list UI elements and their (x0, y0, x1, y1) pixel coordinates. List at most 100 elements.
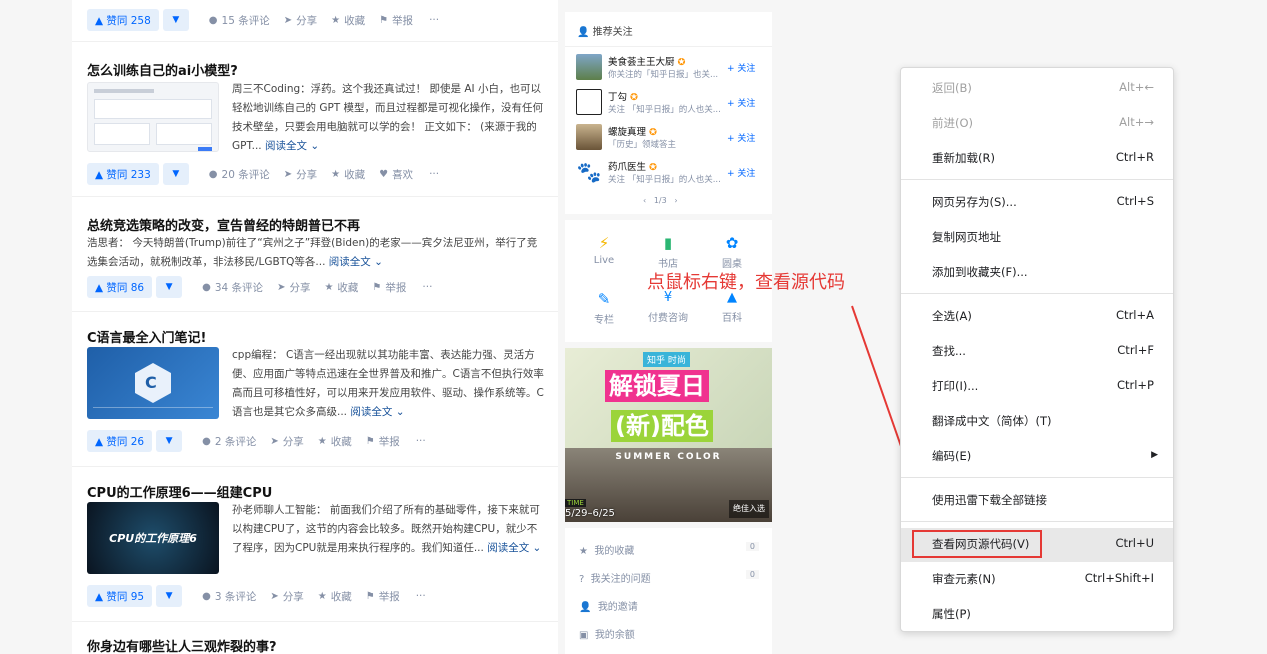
avatar (576, 54, 602, 80)
favorite-button[interactable]: ★ 收藏 (318, 589, 352, 604)
more-button[interactable]: ··· (429, 168, 439, 180)
card-title[interactable]: C语言最全入门笔记! (87, 327, 206, 346)
menu-item-xunlei-download[interactable]: 使用迅雷下载全部链接 (901, 489, 1173, 511)
comments-button[interactable]: ● 34 条评论 (202, 280, 263, 295)
report-button[interactable]: ⚑ 举报 (366, 434, 400, 449)
recommend-user[interactable]: 螺旋真理 ✪ 「历史」领域答主 + 关注 (576, 124, 766, 154)
more-button[interactable]: ··· (416, 590, 426, 602)
report-button[interactable]: ⚑ 举报 (366, 589, 400, 604)
downvote-button[interactable]: ▼ (156, 430, 183, 452)
menu-item-properties[interactable]: 属性(P) (901, 603, 1173, 625)
menu-shortcut: Ctrl+F (1117, 343, 1154, 357)
like-button[interactable]: ♥ 喜欢 (379, 167, 413, 182)
tile-roundtable[interactable]: ✿ 圆桌 (707, 234, 757, 270)
tile-label: 百科 (722, 313, 742, 324)
prev-page-button[interactable]: ‹ (643, 196, 646, 205)
share-button[interactable]: ➤ 分享 (284, 13, 317, 28)
card-excerpt[interactable]: 孙老师聊人工智能： 前面我们介绍了所有的基础零件，接下来就可 以构建CPU了，这… (232, 501, 552, 558)
card-title[interactable]: CPU的工作原理6——组建CPU (87, 482, 272, 501)
follow-button[interactable]: + 关注 (727, 61, 755, 74)
share-button[interactable]: ➤ 分享 (277, 280, 310, 295)
menu-item-encoding[interactable]: 编码(E) ▶ (901, 445, 1173, 467)
link-followed-questions[interactable]: ? 我关注的问题 0 (579, 570, 759, 586)
menu-item-add-favorite[interactable]: 添加到收藏夹(F)... (901, 261, 1173, 283)
read-more-link[interactable]: 阅读全文 (487, 542, 529, 554)
menu-item-inspect[interactable]: 审查元素(N) Ctrl+Shift+I (901, 568, 1173, 590)
card-thumbnail[interactable]: CPU的工作原理6 (87, 502, 219, 574)
more-button[interactable]: ··· (416, 435, 426, 447)
menu-item-save-as[interactable]: 网页另存为(S)... Ctrl+S (901, 191, 1173, 213)
menu-label: 审查元素(N) (932, 572, 996, 586)
excerpt-line: 选集会活动，就税制改革，非法移民/LGBTQ等各... 阅读全文 ⌄ (87, 253, 552, 272)
tile-live[interactable]: ⚡ Live (579, 234, 629, 266)
comments-button[interactable]: ● 2 条评论 (202, 434, 256, 449)
menu-item-find[interactable]: 查找... Ctrl+F (901, 340, 1173, 362)
read-more-link[interactable]: 阅读全文 (350, 406, 392, 418)
more-button[interactable]: ··· (422, 281, 432, 293)
tile-column[interactable]: ✎ 专栏 (579, 290, 629, 326)
downvote-button[interactable]: ▼ (156, 276, 183, 298)
menu-item-back[interactable]: 返回(B) Alt+← (901, 77, 1173, 99)
share-button[interactable]: ➤ 分享 (270, 434, 303, 449)
share-button[interactable]: ➤ 分享 (284, 167, 317, 182)
recommend-user[interactable]: 丁勾 ✪ 关注 「知乎日报」的人也关... + 关注 (576, 89, 766, 119)
favorite-button[interactable]: ★ 收藏 (331, 13, 365, 28)
downvote-button[interactable]: ▼ (156, 585, 183, 607)
card-thumbnail[interactable] (87, 82, 219, 152)
card-excerpt[interactable]: cpp编程： C语言一经出现就以其功能丰富、表达能力强、灵活方 便、应用面广等特… (232, 346, 552, 422)
card-title[interactable]: 怎么训练自己的ai小模型? (87, 60, 238, 79)
favorite-button[interactable]: ★ 收藏 (318, 434, 352, 449)
more-button[interactable]: ··· (429, 14, 439, 26)
upvote-button[interactable]: ▲ 赞同 95 (87, 585, 153, 607)
menu-shortcut: Alt+← (1119, 80, 1154, 94)
card-excerpt[interactable]: 周三不Coding：浮药。这个我还真试过！ 即使是 AI 小白，也可以 轻松地训… (232, 80, 552, 156)
menu-item-forward[interactable]: 前进(O) Alt+→ (901, 112, 1173, 134)
card-thumbnail[interactable]: C (87, 347, 219, 419)
card-title[interactable]: 你身边有哪些让人三观炸裂的事? (87, 636, 277, 654)
link-my-favorites[interactable]: ★ 我的收藏 0 (579, 542, 759, 558)
comments-button[interactable]: ● 3 条评论 (202, 589, 256, 604)
feed-card: C语言最全入门笔记! C cpp编程： C语言一经出现就以其功能丰富、表达能力强… (72, 312, 558, 467)
report-button[interactable]: ⚑ 举报 (379, 13, 413, 28)
menu-separator (901, 179, 1173, 180)
tile-wiki[interactable]: ▲ 百科 (707, 290, 757, 324)
follow-button[interactable]: + 关注 (727, 166, 755, 179)
follow-button[interactable]: + 关注 (727, 131, 755, 144)
menu-label: 属性(P) (932, 607, 971, 621)
favorite-button[interactable]: ★ 收藏 (331, 167, 365, 182)
tile-paid-consult[interactable]: ¥ 付费咨询 (639, 290, 697, 324)
link-my-invites[interactable]: 👤 我的邀请 (579, 598, 759, 614)
downvote-button[interactable]: ▼ (162, 163, 189, 185)
downvote-button[interactable]: ▼ (162, 9, 189, 31)
recommend-user[interactable]: 美食荟主王大厨 ✪ 你关注的「知乎日报」也关... + 关注 (576, 54, 766, 84)
comments-button[interactable]: ● 15 条评论 (209, 13, 270, 28)
favorite-button[interactable]: ★ 收藏 (324, 280, 358, 295)
upvote-button[interactable]: ▲ 赞同 86 (87, 276, 153, 298)
pager-text: 1/3 (653, 196, 667, 205)
share-button[interactable]: ➤ 分享 (270, 589, 303, 604)
read-more-link[interactable]: 阅读全文 (265, 140, 307, 152)
upvote-button[interactable]: ▲ 赞同 26 (87, 430, 153, 452)
menu-item-copy-url[interactable]: 复制网页地址 (901, 226, 1173, 248)
upvote-button[interactable]: ▲ 赞同 233 (87, 163, 159, 185)
upvote-button[interactable]: ▲ 赞同 258 (87, 9, 159, 31)
card-title[interactable]: 总统竞选策略的改变，宣告曾经的特朗普已不再 (87, 215, 360, 234)
comments-button[interactable]: ● 20 条评论 (209, 167, 270, 182)
link-my-balance[interactable]: ▣ 我的余额 (579, 626, 759, 642)
card-excerpt[interactable]: 浩思者： 今天特朗普(Trump)前往了“宾州之子”拜登(Biden)的老家——… (87, 234, 552, 272)
read-more-link[interactable]: 阅读全文 (329, 256, 371, 268)
report-button[interactable]: ⚑ 举报 (372, 280, 406, 295)
menu-item-reload[interactable]: 重新加载(R) Ctrl+R (901, 147, 1173, 169)
menu-shortcut: Ctrl+R (1115, 150, 1154, 164)
follow-button[interactable]: + 关注 (727, 96, 755, 109)
recommend-user[interactable]: 🐾 药爪医生 ✪ 关注 「知乎日报」的人也关... + 关注 (576, 159, 766, 189)
feed-card: 你身边有哪些让人三观炸裂的事? (72, 622, 558, 654)
menu-item-translate[interactable]: 翻译成中文（简体）(T) (901, 410, 1173, 432)
menu-item-select-all[interactable]: 全选(A) Ctrl+A (901, 305, 1173, 327)
next-page-button[interactable]: › (674, 196, 677, 205)
promo-banner[interactable]: 知乎 时尚 解锁夏日 (新)配色 SUMMER COLOR TIME 5/29–… (565, 348, 772, 522)
menu-item-print[interactable]: 打印(I)... Ctrl+P (901, 375, 1173, 397)
tile-bookstore[interactable]: ▮ 书店 (643, 234, 693, 270)
share-icon: ➤ (283, 14, 293, 26)
excerpt-line: 周三不Coding：浮药。这个我还真试过！ 即使是 AI 小白，也可以 (232, 83, 541, 95)
